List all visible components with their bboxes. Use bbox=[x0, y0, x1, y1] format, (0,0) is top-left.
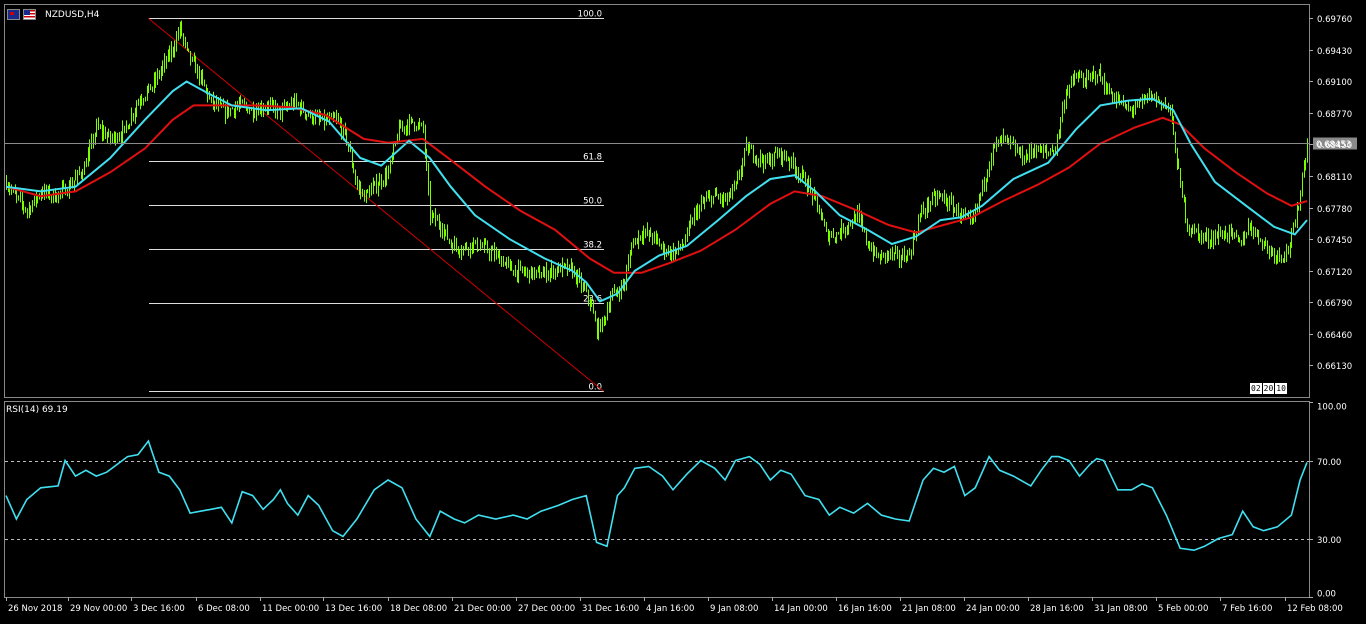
candles-layer bbox=[6, 20, 1308, 341]
one-click-trading-panel[interactable]: 02 20 10 bbox=[1250, 383, 1287, 394]
time-tick-label: 28 Jan 16:00 bbox=[1030, 604, 1084, 614]
rsi-tick-label: 100.00 bbox=[1317, 403, 1347, 413]
price-tick-label: 0.69100 bbox=[1317, 78, 1352, 88]
chart-canvas[interactable]: 100.061.850.038.223.60.0 0.68453 0.69760… bbox=[0, 0, 1366, 620]
time-tick-label: 24 Jan 00:00 bbox=[966, 604, 1020, 614]
time-tick-label: 26 Nov 2018 bbox=[8, 604, 62, 614]
time-tick-label: 11 Dec 00:00 bbox=[262, 604, 319, 614]
price-tick-label: 0.69430 bbox=[1317, 47, 1352, 57]
time-tick-label: 12 Feb 08:00 bbox=[1287, 604, 1343, 614]
time-tick-label: 14 Jan 00:00 bbox=[774, 604, 828, 614]
chart-window[interactable]: 100.0 61.8 50.0 38.2 23.6 0.0 0.68453 0.69760… bbox=[0, 0, 1366, 620]
time-tick-label: 29 Nov 00:00 bbox=[70, 604, 127, 614]
time-tick-label: 18 Dec 08:00 bbox=[390, 604, 447, 614]
us-flag-icon bbox=[23, 9, 36, 20]
time-tick-label: 21 Jan 08:00 bbox=[902, 604, 956, 614]
rsi-pane-frame bbox=[4, 401, 1310, 598]
one-click-box[interactable]: 10 bbox=[1275, 383, 1287, 394]
time-tick-label: 21 Dec 00:00 bbox=[454, 604, 511, 614]
current-price-line: 0.68453 bbox=[5, 137, 1357, 150]
rsi-tick-label: 70.00 bbox=[1317, 458, 1341, 468]
time-tick-label: 31 Jan 08:00 bbox=[1094, 604, 1148, 614]
price-tick-label: 0.67780 bbox=[1317, 205, 1352, 215]
rsi-tick-label: 0.00 bbox=[1317, 590, 1336, 600]
one-click-box[interactable]: 20 bbox=[1262, 383, 1275, 394]
fib-level-label: 38.2 bbox=[583, 241, 602, 251]
price-tick-label: 0.68450 bbox=[1317, 141, 1352, 151]
fib-level-label: 100.0 bbox=[578, 10, 602, 20]
symbol-flags bbox=[7, 9, 36, 20]
rsi-line bbox=[5, 439, 1308, 552]
main-pane-frame bbox=[4, 4, 1310, 398]
price-tick-label: 0.66790 bbox=[1317, 299, 1352, 309]
fib-level-label: 50.0 bbox=[583, 197, 602, 207]
trend-line[interactable] bbox=[148, 17, 604, 392]
fib-level-label: 61.8 bbox=[583, 153, 602, 163]
price-tick-label: 0.69760 bbox=[1317, 15, 1352, 25]
price-tick-label: 0.66130 bbox=[1317, 362, 1352, 372]
rsi-label: RSI(14) 69.19 bbox=[6, 405, 68, 415]
time-tick-label: 27 Dec 00:00 bbox=[518, 604, 575, 614]
moving-averages-layer bbox=[5, 80, 1308, 303]
time-tick-label: 5 Feb 00:00 bbox=[1158, 604, 1208, 614]
time-tick-label: 16 Jan 16:00 bbox=[838, 604, 892, 614]
price-tick-label: 0.68110 bbox=[1317, 173, 1352, 183]
time-tick-label: 4 Jan 16:00 bbox=[646, 604, 694, 614]
fibonacci-retracement[interactable]: 100.061.850.038.223.60.0 bbox=[149, 10, 604, 393]
time-tick-label: 3 Dec 16:00 bbox=[133, 604, 185, 614]
price-tick-label: 0.67450 bbox=[1317, 236, 1352, 246]
price-tick-label: 0.67120 bbox=[1317, 268, 1352, 278]
time-tick-label: 7 Feb 16:00 bbox=[1222, 604, 1272, 614]
one-click-box[interactable]: 02 bbox=[1250, 383, 1262, 394]
time-tick-label: 6 Dec 08:00 bbox=[198, 604, 250, 614]
rsi-tick-label: 30.00 bbox=[1317, 536, 1341, 546]
time-tick-label: 9 Jan 08:00 bbox=[710, 604, 758, 614]
ma-slow-line bbox=[5, 104, 1308, 274]
price-tick-label: 0.68770 bbox=[1317, 110, 1352, 120]
time-tick-label: 13 Dec 16:00 bbox=[325, 604, 382, 614]
rsi-layer bbox=[5, 439, 1309, 552]
trend-line-segment bbox=[148, 17, 604, 392]
nz-flag-icon bbox=[7, 9, 20, 20]
time-tick-label: 31 Dec 16:00 bbox=[582, 604, 639, 614]
price-tick-label: 0.66460 bbox=[1317, 331, 1352, 341]
symbol-label: NZDUSD,H4 bbox=[45, 10, 100, 20]
